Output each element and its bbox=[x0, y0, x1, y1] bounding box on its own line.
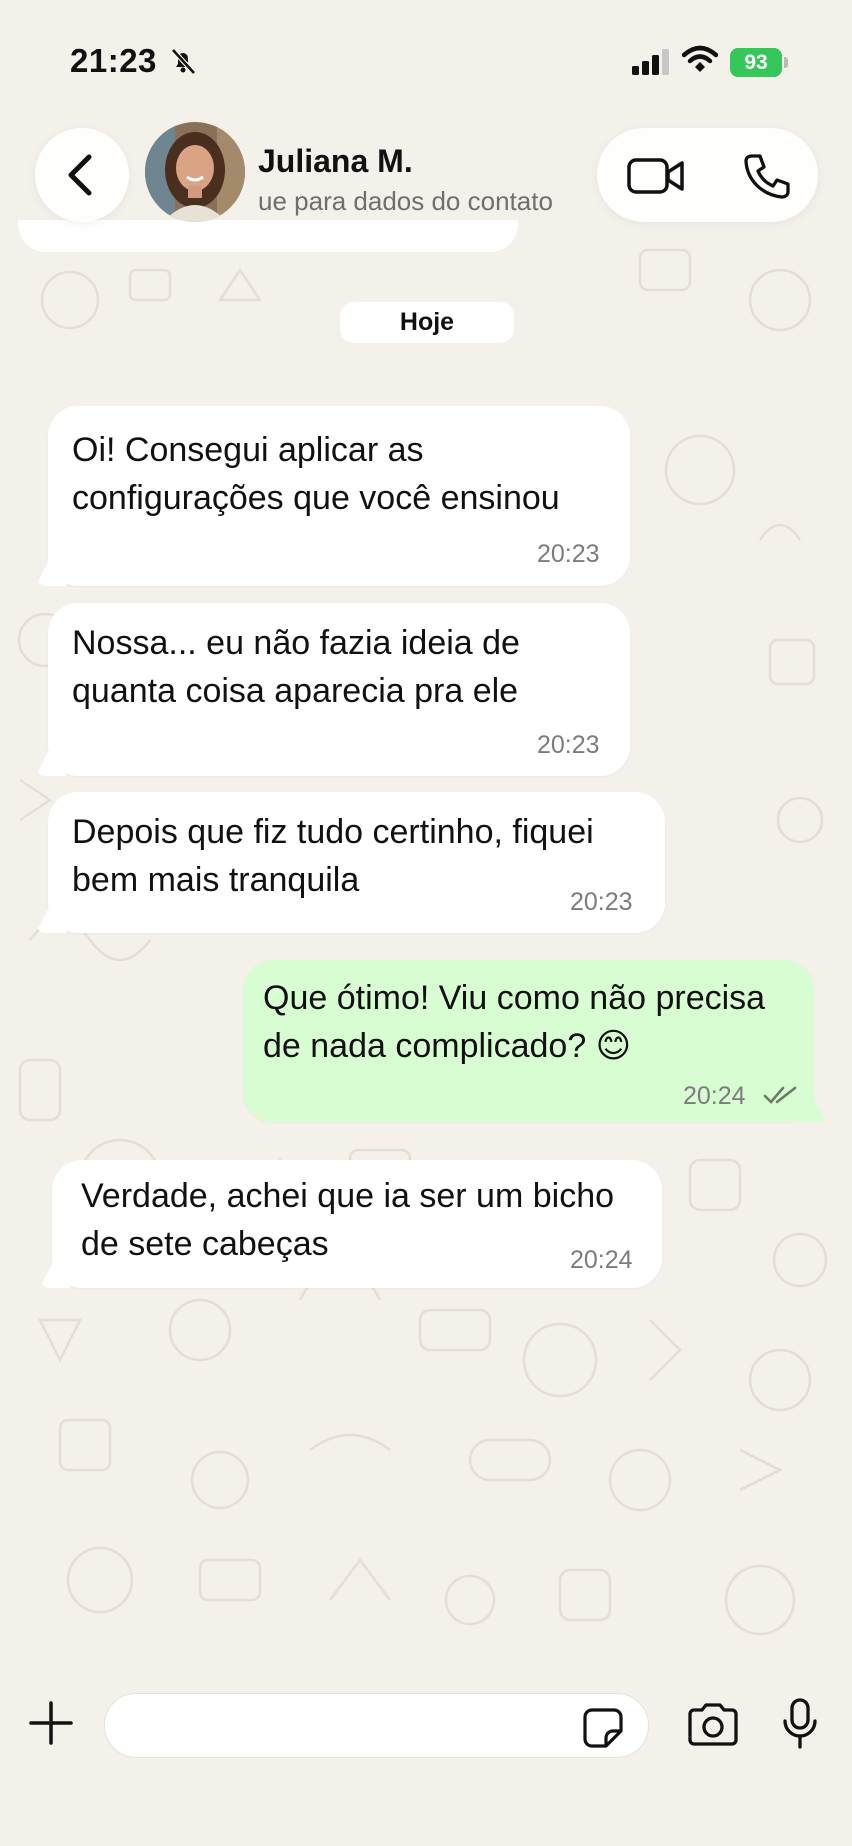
plus-icon[interactable] bbox=[28, 1700, 74, 1746]
message-bubble-incoming[interactable]: Oi! Consegui aplicar as configurações qu… bbox=[48, 406, 630, 586]
message-time: 20:24 bbox=[683, 1082, 746, 1110]
read-receipt-icon bbox=[763, 1086, 797, 1104]
battery-cap bbox=[784, 57, 788, 68]
chevron-left-icon bbox=[68, 154, 92, 196]
status-bar: 21:23 93 bbox=[0, 0, 852, 120]
message-input[interactable] bbox=[104, 1693, 649, 1758]
bell-slash-icon bbox=[171, 48, 196, 75]
sticker-icon[interactable] bbox=[582, 1707, 624, 1749]
message-bubble-outgoing[interactable]: Que ótimo! Viu como não precisa de nada … bbox=[243, 960, 814, 1122]
message-text-line: Oi! Consegui aplicar as bbox=[72, 431, 424, 469]
message-bubble-incoming[interactable]: Depois que fiz tudo certinho, fiquei bem… bbox=[48, 792, 665, 933]
video-camera-icon[interactable] bbox=[626, 155, 686, 197]
contact-subtitle[interactable]: ue para dados do contato bbox=[258, 186, 553, 217]
message-text-line: Que ótimo! Viu como não precisa bbox=[263, 979, 766, 1017]
avatar-photo bbox=[145, 122, 245, 222]
message-time: 20:23 bbox=[570, 888, 633, 916]
avatar[interactable] bbox=[145, 122, 245, 222]
message-text-line: Verdade, achei que ia ser um bicho bbox=[81, 1177, 615, 1215]
message-text-line: bem mais tranquila bbox=[72, 861, 360, 899]
wifi-icon bbox=[682, 45, 718, 72]
message-text-line: de nada complicado? 😊 bbox=[263, 1027, 632, 1065]
message-text-line: configurações que você ensinou bbox=[72, 479, 560, 517]
signal-icon bbox=[632, 49, 669, 75]
message-text-line: quanta coisa aparecia pra ele bbox=[72, 672, 519, 710]
battery-indicator: 93 bbox=[730, 48, 782, 77]
chat-header: Juliana M. ue para dados do contato bbox=[0, 120, 852, 240]
call-actions bbox=[597, 128, 818, 222]
message-time: 20:23 bbox=[537, 731, 600, 759]
phone-icon[interactable] bbox=[742, 152, 790, 200]
message-text-line: de sete cabeças bbox=[81, 1225, 329, 1263]
message-text-line: Depois que fiz tudo certinho, fiquei bbox=[72, 813, 594, 851]
contact-name[interactable]: Juliana M. bbox=[258, 143, 413, 180]
day-separator: Hoje bbox=[340, 302, 514, 343]
message-time: 20:24 bbox=[570, 1246, 633, 1274]
message-time: 20:23 bbox=[537, 540, 600, 568]
message-bubble-incoming[interactable]: Nossa... eu não fazia ideia de quanta co… bbox=[48, 603, 630, 776]
microphone-icon[interactable] bbox=[782, 1697, 818, 1751]
message-bubble-incoming[interactable]: Verdade, achei que ia ser um bicho de se… bbox=[52, 1160, 662, 1288]
composer-bar bbox=[0, 1670, 852, 1846]
status-time: 21:23 bbox=[70, 42, 157, 79]
back-button[interactable] bbox=[35, 128, 129, 222]
camera-icon[interactable] bbox=[686, 1702, 740, 1748]
message-text-line: Nossa... eu não fazia ideia de bbox=[72, 624, 520, 662]
